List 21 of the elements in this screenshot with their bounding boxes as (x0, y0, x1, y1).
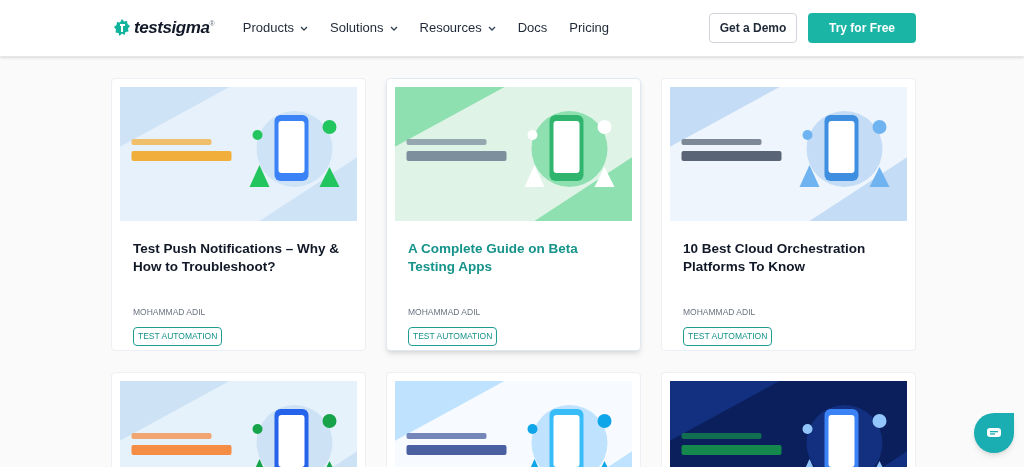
chat-icon (987, 427, 1001, 439)
nav-link[interactable]: Products (242, 18, 309, 38)
article-card[interactable]: Test Push Notifications – Why & How to Troubleshoot? MOHAMMAD ADIL TEST AUTOMATION (111, 78, 366, 351)
article-card[interactable]: A Complete Guide on Beta Testing Apps MOHAMMAD ADIL TEST AUTOMATION (386, 78, 641, 351)
chat-button[interactable] (974, 413, 1014, 453)
article-title[interactable]: 10 Best Cloud Orchestration Platforms To Know (683, 240, 894, 296)
nav-link[interactable]: Pricing (569, 18, 610, 38)
category-tag[interactable]: TEST AUTOMATION (683, 326, 773, 346)
article-title[interactable]: Test Push Notifications – Why & How to Troubleshoot? (133, 240, 344, 296)
nav-link[interactable]: Solutions (330, 18, 398, 38)
get-demo-button[interactable]: Get a Demo (709, 13, 797, 43)
category-tag[interactable]: TEST AUTOMATION (133, 326, 223, 346)
nav-link[interactable]: Resources (419, 18, 496, 38)
author-name: MOHAMMAD ADIL (133, 306, 207, 319)
article-title[interactable]: A Complete Guide on Beta Testing Apps (408, 240, 619, 296)
author-name: MOHAMMAD ADIL (683, 306, 757, 319)
gear-logo-icon (112, 18, 132, 38)
article-card[interactable]: 10 Best Cloud Orchestration Platforms To Know MOHAMMAD ADIL TEST AUTOMATION (661, 78, 916, 351)
category-tag[interactable]: TEST AUTOMATION (408, 326, 498, 346)
nav-link[interactable]: Docs (517, 18, 548, 38)
author-name: MOHAMMAD ADIL (408, 306, 482, 319)
